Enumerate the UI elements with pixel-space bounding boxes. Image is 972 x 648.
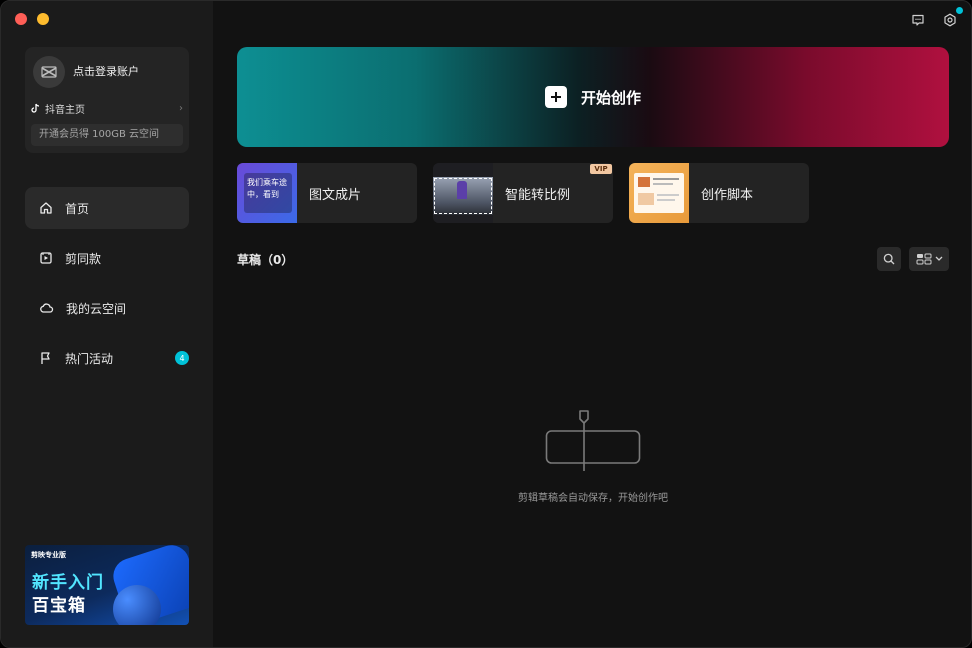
nav-item-cloud-space[interactable]: 我的云空间 <box>25 287 189 329</box>
script-writing-thumbnail <box>629 163 689 223</box>
login-link[interactable]: 点击登录账户 <box>73 63 139 79</box>
empty-drafts-illustration <box>545 410 641 471</box>
nav-item-home[interactable]: 首页 <box>25 187 189 229</box>
chevron-right-icon: › <box>179 102 183 114</box>
empty-drafts-text: 剪辑草稿会自动保存，开始创作吧 <box>518 493 668 504</box>
nav-label: 热门活动 <box>65 351 114 366</box>
drafts-heading: 草稿（0） <box>237 251 293 268</box>
grid-view-icon <box>916 253 931 265</box>
cloud-icon <box>40 303 54 313</box>
search-drafts-button[interactable] <box>877 247 901 271</box>
chevron-down-icon <box>935 256 942 261</box>
smart-reframe-thumbnail <box>433 163 493 223</box>
drafts-count: （0） <box>261 253 294 267</box>
nav-label: 首页 <box>65 201 90 216</box>
update-dot <box>956 7 963 14</box>
nav-label: 我的云空间 <box>66 301 127 316</box>
tool-label: 智能转比例 <box>505 187 571 203</box>
nav-label: 剪同款 <box>65 251 102 266</box>
promo-title-line2: 百宝箱 <box>32 596 86 616</box>
app-window: 点击登录账户 抖音主页 › 开通会员得 100GB 云空间 首页 剪同款 我的云… <box>0 0 972 648</box>
capcut-logo-icon <box>41 66 57 78</box>
start-creating-button[interactable]: 开始创作 <box>237 47 949 147</box>
view-mode-dropdown[interactable] <box>909 247 949 271</box>
smart-reframe-tool[interactable]: 智能转比例 VIP <box>433 163 613 223</box>
text-to-video-thumbnail: 我们乘车途中，看到 <box>237 163 297 223</box>
settings-button[interactable] <box>941 7 963 29</box>
template-icon <box>40 252 52 264</box>
account-card: 点击登录账户 抖音主页 › 开通会员得 100GB 云空间 <box>25 47 189 153</box>
tool-label: 图文成片 <box>309 187 362 203</box>
promo-decoration <box>113 585 161 625</box>
feedback-icon <box>912 14 924 26</box>
douyin-homepage-link[interactable]: 抖音主页 › <box>31 100 183 116</box>
home-icon <box>40 202 52 214</box>
empty-drafts-message: 剪辑草稿会自动保存，开始创作吧 <box>1 489 971 504</box>
nav-item-templates[interactable]: 剪同款 <box>25 237 189 279</box>
settings-icon <box>944 13 956 27</box>
douyin-label: 抖音主页 <box>45 104 85 116</box>
flag-icon <box>41 352 50 364</box>
vip-badge: VIP <box>590 164 612 174</box>
avatar[interactable] <box>33 56 65 88</box>
beginner-promo-banner[interactable]: 剪映专业版 新手入门 百宝箱 <box>25 545 189 625</box>
plus-icon <box>544 86 567 108</box>
tool-label: 创作脚本 <box>701 187 754 203</box>
window-close-button[interactable] <box>15 13 27 25</box>
douyin-icon <box>31 103 40 113</box>
sidebar: 点击登录账户 抖音主页 › 开通会员得 100GB 云空间 首页 剪同款 我的云… <box>1 1 213 647</box>
text-to-video-tool[interactable]: 我们乘车途中，看到 图文成片 <box>237 163 417 223</box>
feedback-button[interactable] <box>909 11 927 29</box>
nav-item-hot-events[interactable]: 热门活动 4 <box>25 337 189 379</box>
promo-brand: 剪映专业版 <box>31 551 66 559</box>
drafts-title: 草稿 <box>237 253 262 267</box>
search-icon <box>883 253 895 265</box>
script-writing-tool[interactable]: 创作脚本 <box>629 163 809 223</box>
hero-label: 开始创作 <box>580 88 641 107</box>
thumbnail-text: 我们乘车途中，看到 <box>244 173 292 213</box>
promo-title-line1: 新手入门 <box>32 573 104 593</box>
header-actions <box>909 7 963 29</box>
vip-promo-button[interactable]: 开通会员得 100GB 云空间 <box>31 124 183 146</box>
notification-badge: 4 <box>175 351 189 365</box>
window-minimize-button[interactable] <box>37 13 49 25</box>
